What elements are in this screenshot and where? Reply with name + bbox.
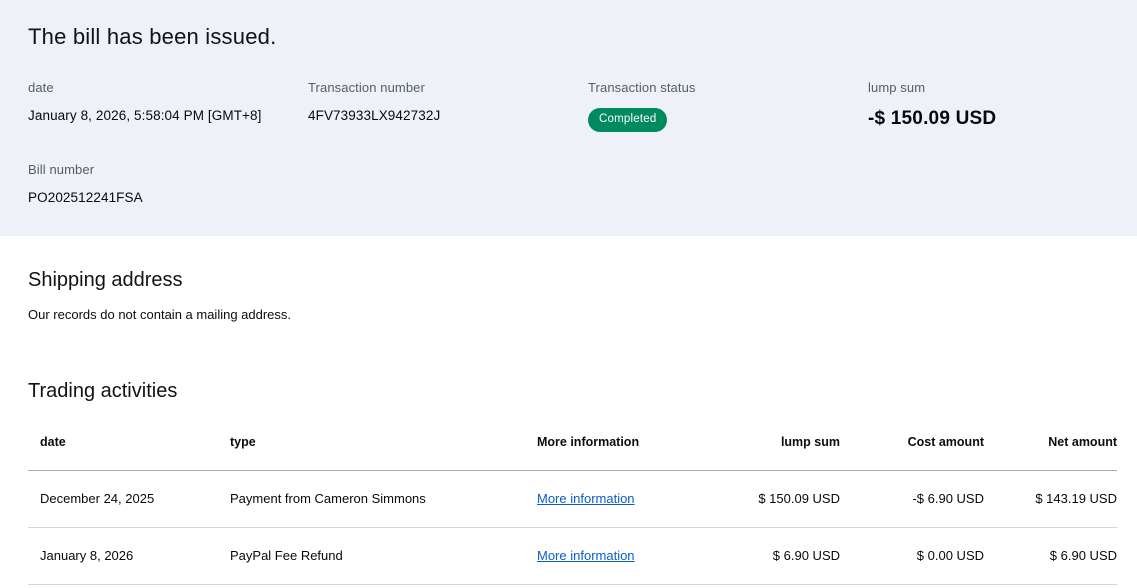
trading-activities-title: Trading activities [28, 380, 178, 402]
more-information-link[interactable]: More information [537, 491, 635, 506]
cell-date: December 24, 2025 [28, 470, 218, 528]
bill-number-label: Bill number [28, 161, 95, 177]
lump-sum-label: lump sum [868, 80, 926, 95]
lump-sum-value: -$ 150.09 USD [868, 108, 997, 129]
column-header-more-information: More information [525, 435, 725, 471]
summary-fields: date January 8, 2026, 5:58:04 PM [GMT+8]… [28, 80, 1117, 205]
transaction-number-value: 4FV73933LX942732J [308, 108, 441, 123]
cell-more-information: More information [525, 470, 725, 528]
cell-more-information: More information [525, 527, 725, 585]
shipping-address-message: Our records do not contain a mailing add… [28, 307, 292, 322]
transaction-status-field: Transaction status Completed [588, 80, 868, 132]
column-header-lump-sum: lump sum [725, 435, 840, 471]
bill-summary-panel: The bill has been issued. date January 8… [0, 0, 1137, 236]
table-header-row: date type More information lump sum Cost… [28, 435, 1117, 471]
transaction-number-label: Transaction number [308, 80, 425, 95]
cell-type: PayPal Fee Refund [218, 527, 525, 585]
table-row: December 24, 2025 Payment from Cameron S… [28, 470, 1117, 528]
trading-activities-table: date type More information lump sum Cost… [28, 435, 1117, 585]
date-field: date January 8, 2026, 5:58:04 PM [GMT+8] [28, 80, 308, 132]
cell-lump-sum: $ 150.09 USD [725, 470, 840, 528]
lump-sum-field: lump sum -$ 150.09 USD [868, 80, 1117, 132]
cell-lump-sum: $ 6.90 USD [725, 527, 840, 585]
bill-number-value: PO202512241FSA [28, 189, 143, 205]
date-value: January 8, 2026, 5:58:04 PM [GMT+8] [28, 108, 262, 123]
status-badge: Completed [588, 108, 668, 132]
trading-activities-section: Trading activities date type More inform… [0, 321, 1137, 585]
column-header-date: date [28, 435, 218, 471]
column-header-cost-amount: Cost amount [840, 435, 984, 471]
cell-type: Payment from Cameron Simmons [218, 470, 525, 528]
column-header-type: type [218, 435, 525, 471]
transaction-number-field: Transaction number 4FV73933LX942732J [308, 80, 588, 132]
column-header-net-amount: Net amount [984, 435, 1117, 471]
cell-cost-amount: $ 0.00 USD [840, 527, 984, 585]
page-title: The bill has been issued. [28, 24, 277, 49]
shipping-address-title: Shipping address [28, 269, 183, 291]
cell-date: January 8, 2026 [28, 527, 218, 585]
transaction-status-label: Transaction status [588, 80, 696, 95]
date-label: date [28, 80, 54, 95]
more-information-link[interactable]: More information [537, 548, 635, 563]
table-row: January 8, 2026 PayPal Fee Refund More i… [28, 527, 1117, 585]
cell-net-amount: $ 6.90 USD [984, 527, 1117, 585]
cell-net-amount: $ 143.19 USD [984, 470, 1117, 528]
bill-number-field: Bill number PO202512241FSA [28, 162, 308, 205]
shipping-address-section: Shipping address Our records do not cont… [0, 236, 1137, 321]
cell-cost-amount: -$ 6.90 USD [840, 470, 984, 528]
